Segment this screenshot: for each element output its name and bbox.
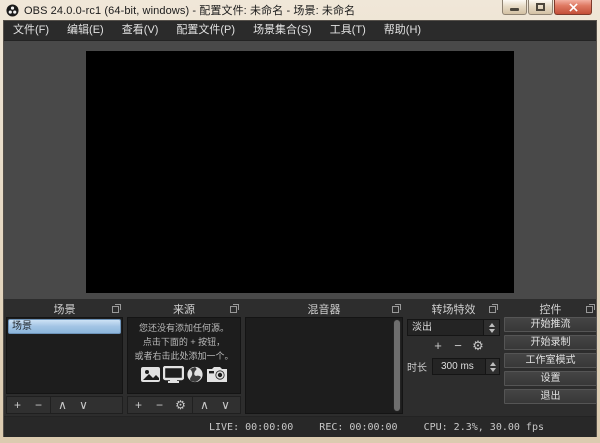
menu-scene-collection[interactable]: 场景集合(S) bbox=[244, 21, 321, 40]
obs-window: OBS 24.0.0-rc1 (64-bit, windows) - 配置文件:… bbox=[0, 0, 600, 443]
audio-mixer-panel: 混音器 bbox=[245, 301, 403, 414]
rec-time: REC: 00:00:00 bbox=[319, 422, 397, 433]
scenes-panel-title: 场景 bbox=[54, 301, 76, 317]
window-title: OBS 24.0.0-rc1 (64-bit, windows) - 配置文件:… bbox=[24, 2, 355, 18]
controls-panel: 控件 开始推流 开始录制 工作室模式 设置 退出 bbox=[504, 301, 597, 414]
scenes-toolbar: + − ∧ ∨ bbox=[6, 396, 123, 414]
remove-scene-button[interactable]: − bbox=[28, 397, 49, 413]
scenes-list[interactable]: 场景 bbox=[6, 317, 123, 394]
scenes-panel-header[interactable]: 场景 bbox=[6, 301, 123, 317]
sources-panel-header[interactable]: 来源 bbox=[127, 301, 241, 317]
mixer-panel-header[interactable]: 混音器 bbox=[245, 301, 403, 317]
title-bar[interactable]: OBS 24.0.0-rc1 (64-bit, windows) - 配置文件:… bbox=[0, 0, 600, 20]
dock-area: 场景 场景 + − ∧ ∨ bbox=[4, 299, 596, 416]
menu-profile[interactable]: 配置文件(P) bbox=[167, 21, 244, 40]
add-source-button[interactable]: + bbox=[128, 397, 149, 413]
transitions-panel-header[interactable]: 转场特效 bbox=[407, 301, 500, 317]
sources-panel-title: 来源 bbox=[173, 301, 195, 317]
source-move-up-button[interactable]: ∧ bbox=[194, 397, 215, 413]
toolbar-separator bbox=[50, 397, 51, 413]
display-source-icon bbox=[163, 366, 184, 383]
menu-edit[interactable]: 编辑(E) bbox=[58, 21, 113, 40]
window-controls bbox=[501, 0, 592, 15]
mixer-panel-title: 混音器 bbox=[308, 301, 341, 317]
menu-view[interactable]: 查看(V) bbox=[113, 21, 168, 40]
add-scene-button[interactable]: + bbox=[7, 397, 28, 413]
minimize-icon bbox=[510, 8, 519, 11]
close-icon bbox=[569, 3, 578, 12]
remove-transition-button[interactable]: − bbox=[448, 338, 468, 354]
start-streaming-button[interactable]: 开始推流 bbox=[504, 317, 597, 332]
menu-bar: 文件(F) 编辑(E) 查看(V) 配置文件(P) 场景集合(S) 工具(T) … bbox=[4, 21, 596, 41]
spinner-up-icon bbox=[489, 323, 495, 327]
start-recording-button[interactable]: 开始录制 bbox=[504, 335, 597, 350]
scene-list-item[interactable]: 场景 bbox=[8, 319, 121, 334]
sources-panel: 来源 您还没有添加任何源。 点击下面的 + 按钮， 或者右击此处添加一个。 bbox=[127, 301, 241, 414]
menu-file[interactable]: 文件(F) bbox=[4, 21, 58, 40]
controls-panel-title: 控件 bbox=[540, 301, 562, 317]
popout-icon[interactable] bbox=[112, 304, 121, 313]
add-transition-button[interactable]: + bbox=[428, 338, 448, 354]
remove-source-button[interactable]: − bbox=[149, 397, 170, 413]
obs-logo-icon bbox=[6, 4, 19, 17]
duration-value: 300 ms bbox=[433, 359, 485, 374]
combo-spinner-icon[interactable] bbox=[483, 320, 499, 335]
maximize-icon bbox=[536, 3, 545, 11]
popout-icon[interactable] bbox=[489, 304, 498, 313]
settings-button[interactable]: 设置 bbox=[504, 371, 597, 386]
source-properties-gear-button[interactable]: ⚙ bbox=[170, 397, 191, 413]
scene-transitions-panel: 转场特效 淡出 + − ⚙ bbox=[407, 301, 500, 414]
globe-source-icon bbox=[186, 366, 204, 383]
popout-icon[interactable] bbox=[586, 304, 595, 313]
cpu-fps: CPU: 2.3%, 30.00 fps bbox=[424, 422, 544, 433]
controls-buttons: 开始推流 开始录制 工作室模式 设置 退出 bbox=[504, 317, 597, 414]
sources-empty-area[interactable]: 您还没有添加任何源。 点击下面的 + 按钮， 或者右击此处添加一个。 bbox=[127, 317, 241, 394]
controls-panel-header[interactable]: 控件 bbox=[504, 301, 597, 317]
preview-area[interactable] bbox=[4, 41, 596, 299]
spinner-down-icon bbox=[489, 329, 495, 333]
studio-mode-button[interactable]: 工作室模式 bbox=[504, 353, 597, 368]
source-move-down-button[interactable]: ∨ bbox=[215, 397, 236, 413]
scene-move-down-button[interactable]: ∨ bbox=[73, 397, 94, 413]
sources-empty-text: 您还没有添加任何源。 bbox=[139, 321, 229, 335]
client-area: 文件(F) 编辑(E) 查看(V) 配置文件(P) 场景集合(S) 工具(T) … bbox=[3, 20, 597, 437]
scrollbar-thumb[interactable] bbox=[394, 320, 400, 411]
minimize-button[interactable] bbox=[502, 0, 527, 15]
transition-properties-gear-button[interactable]: ⚙ bbox=[468, 338, 488, 354]
sources-empty-text: 或者右击此处添加一个。 bbox=[134, 349, 233, 363]
transition-select[interactable]: 淡出 bbox=[407, 319, 500, 336]
maximize-button[interactable] bbox=[528, 0, 553, 15]
camera-source-icon bbox=[206, 366, 228, 383]
spinner-down-icon bbox=[490, 368, 496, 372]
live-time: LIVE: 00:00:00 bbox=[209, 422, 293, 433]
duration-label: 时长 bbox=[407, 359, 432, 374]
close-button[interactable] bbox=[554, 0, 592, 15]
source-type-icons bbox=[139, 366, 229, 383]
menu-help[interactable]: 帮助(H) bbox=[375, 21, 430, 40]
popout-icon[interactable] bbox=[392, 304, 401, 313]
status-bar: LIVE: 00:00:00 REC: 00:00:00 CPU: 2.3%, … bbox=[4, 416, 596, 437]
transition-selected-value: 淡出 bbox=[408, 320, 483, 335]
exit-button[interactable]: 退出 bbox=[504, 389, 597, 404]
scenes-panel: 场景 场景 + − ∧ ∨ bbox=[6, 301, 123, 414]
transition-duration-row: 时长 300 ms bbox=[407, 358, 500, 375]
sources-empty-text: 点击下面的 + 按钮， bbox=[143, 335, 225, 349]
toolbar-separator bbox=[192, 397, 193, 413]
menu-tools[interactable]: 工具(T) bbox=[321, 21, 375, 40]
spinbox-arrows[interactable] bbox=[485, 359, 499, 374]
duration-spinbox[interactable]: 300 ms bbox=[432, 358, 500, 375]
mixer-scrollbar[interactable] bbox=[393, 319, 401, 412]
transitions-panel-title: 转场特效 bbox=[432, 301, 476, 317]
transitions-toolbar: + − ⚙ bbox=[407, 336, 500, 356]
spinner-up-icon bbox=[490, 362, 496, 366]
mixer-content[interactable] bbox=[245, 317, 403, 414]
sources-toolbar: + − ⚙ ∧ ∨ bbox=[127, 396, 241, 414]
popout-icon[interactable] bbox=[230, 304, 239, 313]
preview-canvas[interactable] bbox=[86, 51, 514, 293]
scene-move-up-button[interactable]: ∧ bbox=[52, 397, 73, 413]
image-source-icon bbox=[140, 366, 161, 383]
